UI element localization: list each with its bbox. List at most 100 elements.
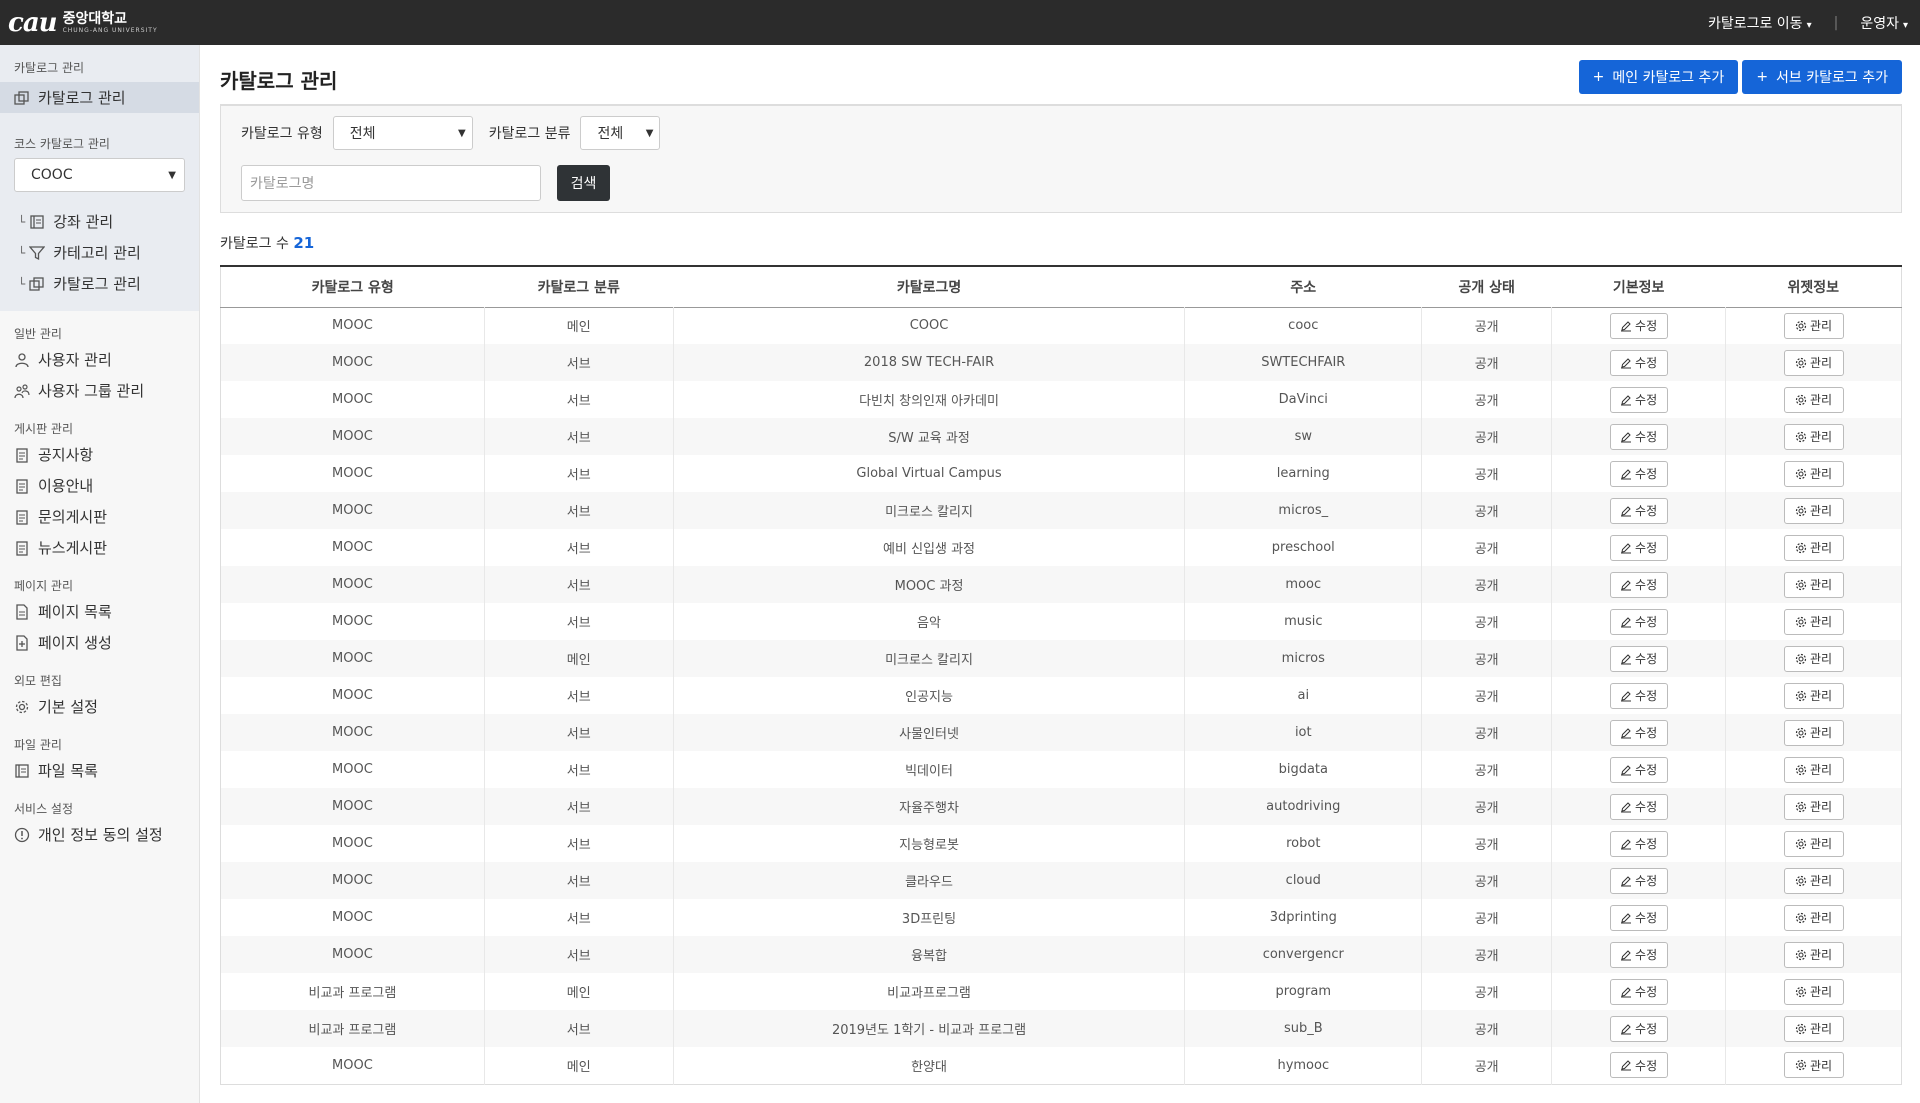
cell-catalog-name[interactable]: 비교과프로그램: [673, 973, 1186, 1010]
manage-button[interactable]: 관리: [1783, 349, 1844, 376]
edit-button[interactable]: 수정: [1609, 534, 1668, 561]
cell-catalog-name[interactable]: 인공지능: [673, 677, 1186, 714]
manage-button[interactable]: 관리: [1783, 497, 1844, 524]
cell-catalog-name[interactable]: 한양대: [673, 1047, 1186, 1084]
edit-button[interactable]: 수정: [1609, 386, 1668, 413]
edit-button[interactable]: 수정: [1609, 608, 1668, 635]
sidebar-item-guide[interactable]: 이용안내: [0, 470, 199, 501]
manage-button[interactable]: 관리: [1783, 941, 1844, 968]
manage-button[interactable]: 관리: [1783, 1015, 1844, 1042]
manage-button[interactable]: 관리: [1783, 423, 1844, 450]
edit-label: 수정: [1635, 911, 1658, 925]
manage-button[interactable]: 관리: [1783, 534, 1844, 561]
cell-catalog-name[interactable]: Global Virtual Campus: [673, 455, 1186, 492]
cell-catalog-name[interactable]: S/W 교육 과정: [673, 418, 1186, 455]
edit-button[interactable]: 수정: [1609, 1015, 1668, 1042]
manage-button[interactable]: 관리: [1783, 867, 1844, 894]
column-header[interactable]: 공개 상태: [1422, 266, 1552, 307]
column-header[interactable]: 기본정보: [1552, 266, 1726, 307]
cell-catalog-name[interactable]: 지능형로봇: [673, 825, 1186, 862]
manage-button[interactable]: 관리: [1783, 1052, 1844, 1079]
cell-catalog-name[interactable]: 예비 신입생 과정: [673, 529, 1186, 566]
column-header[interactable]: 카탈로그 분류: [484, 266, 673, 307]
manage-button[interactable]: 관리: [1783, 793, 1844, 820]
sidebar-item-label: 개인 정보 동의 설정: [38, 826, 163, 844]
manage-button[interactable]: 관리: [1783, 460, 1844, 487]
cell-catalog-name[interactable]: 미크로스 칼리지: [673, 492, 1186, 529]
manage-button[interactable]: 관리: [1783, 756, 1844, 783]
edit-button[interactable]: 수정: [1609, 571, 1668, 598]
edit-button[interactable]: 수정: [1609, 867, 1668, 894]
cell-catalog-name[interactable]: 미크로스 칼리지: [673, 640, 1186, 677]
sidebar-item-qna[interactable]: 문의게시판: [0, 501, 199, 532]
cell-catalog-name[interactable]: MOOC 과정: [673, 566, 1186, 603]
sidebar-item-news[interactable]: 뉴스게시판: [0, 532, 199, 563]
course-catalog-select[interactable]: COOC ▼: [14, 158, 185, 192]
sidebar-item-lecture[interactable]: └ 강좌 관리: [0, 206, 199, 237]
add-sub-catalog-button[interactable]: + 서브 카탈로그 추가: [1742, 60, 1902, 94]
edit-button[interactable]: 수정: [1609, 682, 1668, 709]
column-header[interactable]: 주소: [1185, 266, 1422, 307]
edit-button[interactable]: 수정: [1609, 941, 1668, 968]
cell-catalog-name[interactable]: 융복합: [673, 936, 1186, 973]
sidebar-item-catalog-management[interactable]: 카탈로그 관리: [0, 82, 199, 113]
sidebar-item-category[interactable]: └ 카테고리 관리: [0, 237, 199, 268]
edit-button[interactable]: 수정: [1609, 645, 1668, 672]
cell-catalog-name[interactable]: 클라우드: [673, 862, 1186, 899]
column-header[interactable]: 카탈로그명: [673, 266, 1185, 307]
sidebar-item-basic-settings[interactable]: 기본 설정: [0, 691, 199, 722]
manage-button[interactable]: 관리: [1783, 608, 1844, 635]
cell-catalog-name[interactable]: 다빈치 창의인재 아카데미: [673, 381, 1186, 418]
edit-button[interactable]: 수정: [1609, 460, 1668, 487]
sidebar-item-notice[interactable]: 공지사항: [0, 439, 199, 470]
cell-catalog-name[interactable]: 음악: [673, 603, 1186, 640]
cell-catalog-type: MOOC: [220, 603, 485, 640]
cell-catalog-name[interactable]: 빅데이터: [673, 751, 1186, 788]
cell-catalog-name[interactable]: 2018 SW TECH-FAIR: [673, 344, 1186, 381]
catalog-name-search-input[interactable]: 카탈로그명: [241, 165, 541, 201]
cell-widget-info: 관리: [1726, 862, 1902, 899]
add-main-catalog-button[interactable]: + 메인 카탈로그 추가: [1578, 60, 1739, 94]
manage-button[interactable]: 관리: [1783, 386, 1844, 413]
edit-button[interactable]: 수정: [1609, 830, 1668, 857]
sidebar-item-user-groups[interactable]: 사용자 그룹 관리: [0, 375, 199, 406]
cell-catalog-name[interactable]: COOC: [673, 307, 1186, 344]
cell-catalog-name[interactable]: 자율주행차: [673, 788, 1186, 825]
search-button[interactable]: 검색: [557, 165, 610, 201]
edit-button[interactable]: 수정: [1609, 978, 1668, 1005]
manage-button[interactable]: 관리: [1783, 830, 1844, 857]
edit-button[interactable]: 수정: [1609, 312, 1668, 339]
manage-button[interactable]: 관리: [1783, 571, 1844, 598]
sidebar-item-privacy-consent[interactable]: 개인 정보 동의 설정: [0, 819, 199, 850]
edit-button[interactable]: 수정: [1609, 1052, 1668, 1079]
cell-catalog-name[interactable]: 3D프린팅: [673, 899, 1186, 936]
sidebar-item-sub-catalog[interactable]: └ 카탈로그 관리: [0, 268, 199, 299]
manage-button[interactable]: 관리: [1783, 682, 1844, 709]
edit-button[interactable]: 수정: [1609, 497, 1668, 524]
edit-button[interactable]: 수정: [1609, 349, 1668, 376]
manage-button[interactable]: 관리: [1783, 312, 1844, 339]
sidebar-item-users[interactable]: 사용자 관리: [0, 344, 199, 375]
sidebar-item-page-list[interactable]: 페이지 목록: [0, 596, 199, 627]
filter-class-select[interactable]: 전체 ▼: [580, 116, 661, 150]
column-header[interactable]: 카탈로그 유형: [221, 266, 485, 307]
manage-button[interactable]: 관리: [1783, 645, 1844, 672]
manage-button[interactable]: 관리: [1783, 978, 1844, 1005]
edit-button[interactable]: 수정: [1609, 793, 1668, 820]
edit-button[interactable]: 수정: [1609, 423, 1668, 450]
cell-catalog-name[interactable]: 사물인터넷: [673, 714, 1186, 751]
edit-button[interactable]: 수정: [1609, 719, 1668, 746]
catalog-nav-dropdown[interactable]: 카탈로그로 이동: [1708, 13, 1812, 33]
sidebar-item-page-create[interactable]: 페이지 생성: [0, 627, 199, 658]
manage-button[interactable]: 관리: [1783, 719, 1844, 746]
filter-type-select[interactable]: 전체 ▼: [332, 116, 473, 150]
cell-catalog-name[interactable]: 2019년도 1학기 - 비교과 프로그램: [673, 1010, 1186, 1047]
edit-button[interactable]: 수정: [1609, 904, 1668, 931]
edit-button[interactable]: 수정: [1609, 756, 1668, 783]
sidebar-item-file-list[interactable]: 파일 목록: [0, 755, 199, 786]
table-row: MOOC 서브 2018 SW TECH-FAIR SWTECHFAIR 공개 수정 관리: [220, 344, 1902, 381]
user-menu-dropdown[interactable]: 운영자: [1860, 13, 1908, 33]
manage-button[interactable]: 관리: [1783, 904, 1844, 931]
column-header[interactable]: 위젯정보: [1726, 266, 1902, 307]
logo[interactable]: cau 중앙대학교 CHUNG-ANG UNIVERSITY: [8, 8, 158, 38]
